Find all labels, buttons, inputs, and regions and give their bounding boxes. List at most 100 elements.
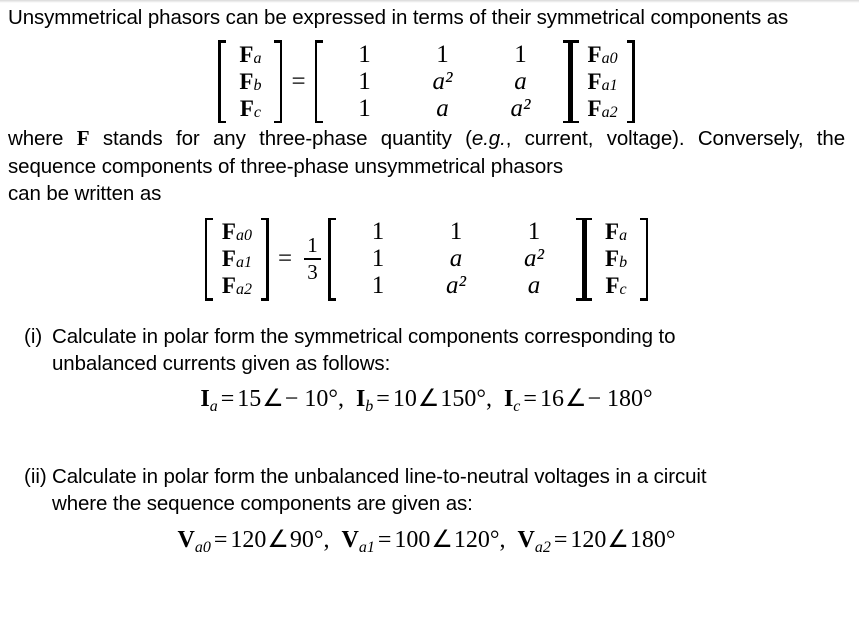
- vector-symbol: F: [587, 41, 602, 67]
- matrix-cell: a²: [432, 67, 453, 95]
- item-body-ii: Calculate in polar form the unbalanced l…: [52, 463, 845, 518]
- current-subscript-a: a: [209, 398, 218, 416]
- matrix-cell: 1: [436, 40, 449, 68]
- page-top-edge-band: [0, 0, 859, 3]
- intro-text: Unsymmetrical phasors can be expressed i…: [8, 6, 789, 29]
- matrix-cell: Fa0: [582, 41, 624, 68]
- vector-symbol: F: [605, 219, 620, 245]
- voltage-magnitude-a2: 120: [570, 526, 607, 553]
- comma: ,: [323, 526, 330, 553]
- angle-icon: ∠: [564, 386, 587, 413]
- question-item-i: (i) Calculate in polar form the symmetri…: [8, 323, 845, 378]
- vector-subscript: a2: [601, 103, 618, 121]
- italic-eg: e.g.: [471, 127, 506, 151]
- item-label-ii: (ii): [24, 465, 47, 489]
- vector-subscript: a: [253, 49, 262, 67]
- voltage-subscript-a0: a0: [194, 538, 211, 556]
- given-currents-line: Ia = 15∠− 10°, Ib = 10∠150°, Ic = 16∠− 180°: [8, 384, 845, 416]
- matrix-cell: 1: [358, 40, 371, 68]
- current-symbol-b: I: [355, 386, 366, 413]
- matrix-cell: 1: [449, 218, 463, 246]
- middle-text-mid: stands for any three-phase quantity (: [89, 127, 472, 151]
- equation-2: Fa0 Fa1 Fa2 = 1 3 1 1 1 1 a a² 1 a² a F …: [8, 217, 845, 301]
- bracket-left: [314, 40, 324, 124]
- matrix-cell: 1: [371, 218, 385, 246]
- equals-sign: =: [277, 245, 293, 273]
- matrix-cell: Fa2: [216, 273, 258, 300]
- equation-1: Fa Fb Fc = 1 1 1 1 a² a 1 a a² F a0 F a1…: [8, 40, 845, 124]
- matrix-cell: Fa2: [582, 95, 624, 122]
- bracket-right: [639, 217, 649, 301]
- equation-2-matrix: 1 1 1 1 a a² 1 a² a: [328, 217, 585, 301]
- equation-2-rhs-vector: Fa Fb Fc: [584, 217, 649, 301]
- bracket-right: [562, 40, 571, 124]
- matrix-cell: Fa1: [216, 246, 258, 273]
- current-angle-a: − 10°: [284, 386, 338, 413]
- item-body-i: Calculate in polar form the symmetrical …: [52, 323, 845, 378]
- matrix-cell: Fa1: [582, 68, 624, 95]
- intro-paragraph: Unsymmetrical phasors can be expressed i…: [8, 4, 845, 31]
- equation-1-lhs-vector: Fa Fb Fc: [218, 40, 283, 124]
- vector-symbol: F: [221, 273, 236, 299]
- vector-subscript: a2: [235, 281, 252, 299]
- voltage-subscript-a1: a1: [358, 538, 375, 556]
- question-item-ii: (ii) Calculate in polar form the unbalan…: [8, 463, 845, 518]
- item-i-line2: unbalanced currents given as follows:: [52, 351, 391, 375]
- vector-subscript: a1: [235, 254, 252, 272]
- bracket-left: [328, 217, 337, 301]
- matrix-cell: 1: [358, 67, 371, 95]
- fraction-numerator: 1: [307, 233, 318, 258]
- current-angle-b: 150°: [440, 386, 486, 413]
- bracket-right: [626, 40, 635, 124]
- voltage-symbol-a1: V: [341, 526, 359, 553]
- angle-icon: ∠: [431, 526, 453, 553]
- matrix-cell: Fa: [595, 219, 637, 246]
- comma: ,: [499, 526, 506, 553]
- equation-2-lhs-vector: Fa0 Fa1 Fa2: [204, 217, 269, 301]
- vector-symbol: F: [221, 246, 236, 272]
- matrix-cell: a: [527, 272, 541, 300]
- current-angle-c: − 180°: [587, 386, 653, 413]
- bold-F-symbol: F: [76, 126, 90, 151]
- vector-symbol: F: [605, 246, 620, 272]
- angle-icon: ∠: [262, 386, 284, 413]
- matrix-cell: a: [449, 245, 463, 273]
- bracket-right: [273, 40, 283, 124]
- vector-subscript: b: [619, 254, 628, 272]
- matrix-cell: a²: [510, 94, 531, 122]
- voltage-angle-a0: 90°: [289, 526, 324, 553]
- middle-text-pre: where: [8, 127, 77, 151]
- matrix-cell: Fb: [595, 246, 637, 273]
- comma: ,: [337, 386, 344, 413]
- matrix-cell: a: [436, 94, 449, 122]
- bracket-right: [260, 217, 269, 301]
- matrix-cell: Fb: [229, 68, 271, 95]
- current-magnitude-a: 15: [237, 386, 262, 413]
- vector-symbol: F: [587, 95, 602, 121]
- vector-subscript: a: [619, 227, 628, 245]
- current-subscript-c: c: [513, 398, 521, 416]
- equation-1-rhs-vector: Fa0 Fa1 Fa2: [570, 40, 635, 124]
- vector-symbol: F: [239, 68, 254, 94]
- equals-sign: =: [220, 386, 235, 413]
- fraction-denominator: 3: [307, 260, 318, 285]
- matrix-cell: 1: [527, 218, 541, 246]
- equals-sign: =: [213, 526, 228, 553]
- equals-sign: =: [523, 386, 537, 413]
- vector-subscript: a0: [601, 49, 618, 67]
- vector-symbol: F: [221, 219, 236, 245]
- document-page: Unsymmetrical phasors can be expressed i…: [0, 0, 859, 617]
- matrix-cell: a²: [524, 245, 545, 273]
- equals-sign: =: [376, 386, 390, 413]
- matrix-cell: 1: [358, 94, 371, 122]
- equals-sign: =: [291, 67, 306, 95]
- vector-symbol: F: [239, 41, 254, 67]
- voltage-subscript-a2: a2: [534, 538, 551, 556]
- matrix-cell: a²: [446, 272, 467, 300]
- middle-last-line: can be written as: [8, 182, 162, 206]
- matrix-cell: 1: [371, 272, 385, 300]
- current-symbol-a: I: [200, 386, 210, 413]
- matrix-cell: Fc: [229, 95, 271, 122]
- angle-icon: ∠: [417, 386, 440, 413]
- vector-subscript: a1: [601, 76, 618, 94]
